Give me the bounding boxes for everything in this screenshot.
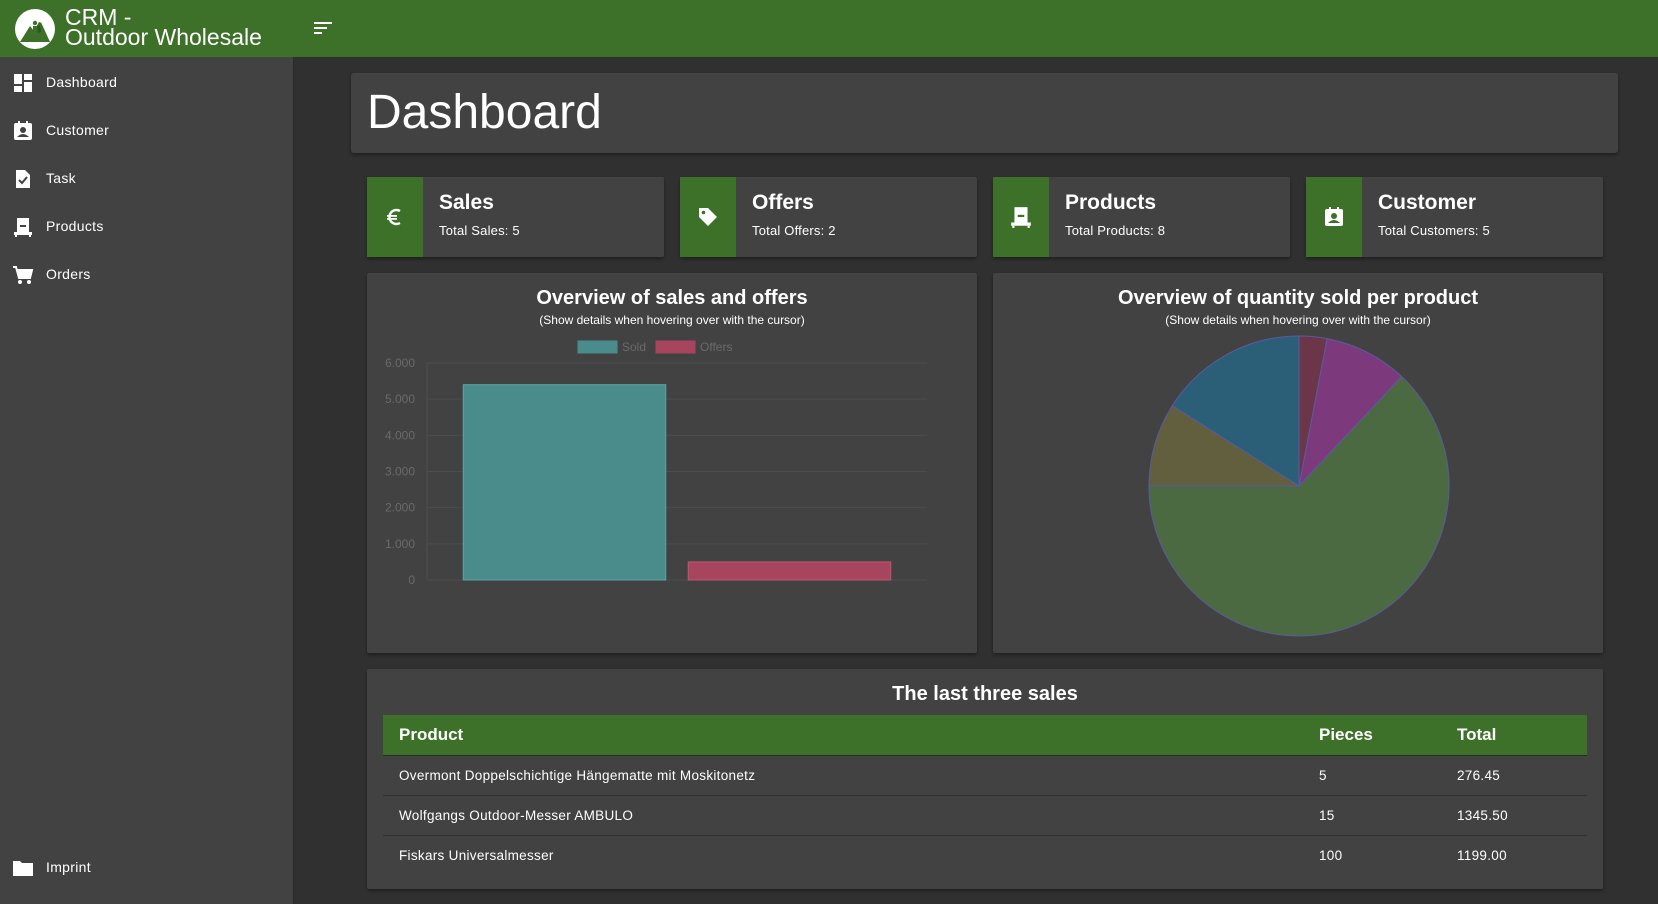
sidebar-item-label: Orders	[46, 266, 91, 282]
tag-icon	[699, 208, 717, 226]
stat-value: Total Offers: 2	[752, 223, 836, 238]
sidebar-item-dashboard[interactable]: Dashboard	[0, 62, 294, 102]
page-header: Dashboard	[351, 73, 1618, 153]
stat-card-customer[interactable]: Customer Total Customers: 5	[1306, 177, 1603, 257]
sidebar-item-orders[interactable]: Orders	[0, 254, 294, 294]
stat-title: Customer	[1378, 191, 1477, 214]
stat-card-sales[interactable]: Sales Total Sales: 5	[367, 177, 664, 257]
sales-table: Product Pieces Total Overmont Doppelschi…	[383, 715, 1587, 875]
stat-value: Total Customers: 5	[1378, 223, 1490, 238]
legend-swatch-offers	[655, 340, 696, 354]
sidebar-item-customer[interactable]: Customer	[0, 110, 294, 150]
legend-swatch-sold	[577, 340, 618, 354]
brand[interactable]: CRM - Outdoor Wholesale	[0, 0, 294, 57]
product-icon	[1011, 207, 1031, 228]
stat-icon-box	[367, 177, 423, 257]
table-row[interactable]: Overmont Doppelschichtige Hängematte mit…	[383, 755, 1587, 796]
sales-offers-chart-panel: Overview of sales and offers (Show detai…	[367, 273, 977, 653]
cell-total: 1345.50	[1441, 795, 1587, 836]
cell-total: 276.45	[1441, 755, 1587, 796]
quantity-per-product-chart-panel: Overview of quantity sold per product (S…	[993, 273, 1603, 653]
stat-icon-box	[1306, 177, 1362, 257]
folder-icon	[13, 861, 33, 876]
y-tick-label: 2.000	[385, 501, 415, 515]
sidebar-item-label: Imprint	[46, 859, 91, 875]
table-header-row: Product Pieces Total	[383, 715, 1587, 756]
stat-value: Total Products: 8	[1065, 223, 1166, 238]
y-tick-label: 0	[408, 573, 415, 587]
pie-chart[interactable]	[993, 273, 1603, 653]
column-header-product[interactable]: Product	[383, 715, 1303, 756]
y-tick-label: 4.000	[385, 428, 415, 442]
legend-label: Offers	[700, 340, 732, 354]
sidebar-item-label: Dashboard	[46, 74, 118, 90]
last-sales-panel: The last three sales Product Pieces Tota…	[367, 669, 1603, 889]
stat-title: Sales	[439, 191, 494, 214]
cell-pieces: 5	[1303, 755, 1441, 796]
menu-toggle-icon[interactable]	[312, 18, 334, 38]
stat-title: Products	[1065, 191, 1157, 214]
stat-icon-box	[993, 177, 1049, 257]
table-row[interactable]: Wolfgangs Outdoor-Messer AMBULO 15 1345.…	[383, 795, 1587, 836]
sidebar-item-label: Customer	[46, 122, 110, 138]
sidebar-item-label: Products	[46, 218, 104, 234]
stat-card-offers[interactable]: Offers Total Offers: 2	[680, 177, 977, 257]
contact-card-icon	[1325, 207, 1343, 226]
euro-icon	[387, 208, 401, 226]
bar-chart[interactable]: Sold Offers 0 1.000 2.000 3.000 4.000 5.000 6.00…	[367, 273, 977, 653]
sidebar: Dashboard Customer Task Products Orders …	[0, 57, 294, 904]
product-icon	[14, 218, 32, 237]
y-tick-label: 1.000	[385, 537, 415, 551]
cell-pieces: 15	[1303, 795, 1441, 836]
column-header-total[interactable]: Total	[1441, 715, 1587, 756]
cell-product: Overmont Doppelschichtige Hängematte mit…	[383, 755, 1303, 796]
sidebar-item-products[interactable]: Products	[0, 206, 294, 246]
cell-total: 1199.00	[1457, 847, 1507, 863]
dashboard-icon	[14, 74, 32, 92]
bar-sold	[462, 384, 667, 581]
table-title: The last three sales	[892, 683, 1078, 705]
bar-offers	[687, 561, 892, 581]
stat-value: Total Sales: 5	[439, 223, 520, 238]
cell-product: Wolfgangs Outdoor-Messer AMBULO	[383, 795, 1303, 836]
table-row[interactable]: Fiskars Universalmesser 100 1199.00	[383, 835, 1587, 875]
column-header-pieces[interactable]: Pieces	[1303, 715, 1441, 756]
y-tick-label: 3.000	[385, 465, 415, 479]
y-tick-label: 6.000	[385, 356, 415, 370]
brand-title-line2: Outdoor Wholesale	[65, 24, 262, 50]
sidebar-item-task[interactable]: Task	[0, 158, 294, 198]
brand-title: CRM - Outdoor Wholesale	[65, 6, 262, 50]
top-bar: CRM - Outdoor Wholesale	[0, 0, 1658, 57]
cell-pieces: 100	[1319, 847, 1343, 863]
stat-title: Offers	[752, 191, 814, 214]
sidebar-item-imprint[interactable]: Imprint	[0, 847, 294, 887]
sidebar-item-label: Task	[46, 170, 76, 186]
mountain-hiker-logo-icon	[15, 9, 55, 49]
contact-card-icon	[14, 121, 32, 140]
stat-card-products[interactable]: Products Total Products: 8	[993, 177, 1290, 257]
y-tick-label: 5.000	[385, 392, 415, 406]
task-check-icon	[16, 170, 30, 188]
legend-label: Sold	[622, 340, 646, 354]
stat-icon-box	[680, 177, 736, 257]
cart-icon	[13, 266, 34, 284]
cell-product: Fiskars Universalmesser	[399, 847, 554, 863]
page-title: Dashboard	[367, 86, 602, 139]
